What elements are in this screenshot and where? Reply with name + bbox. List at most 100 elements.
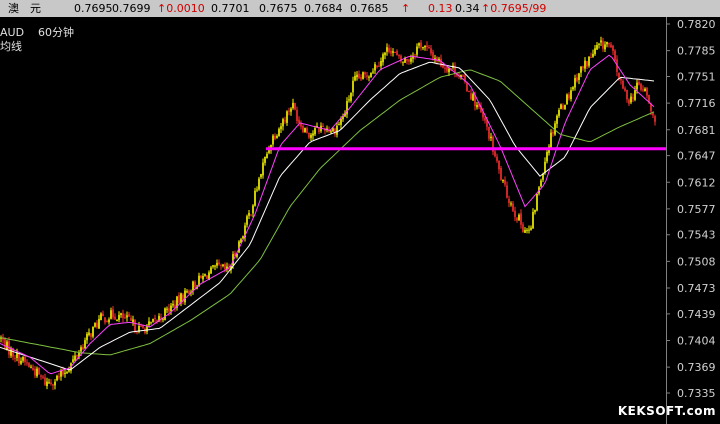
candle-down <box>500 167 502 181</box>
candle-up <box>476 104 478 108</box>
candle-down <box>38 368 40 375</box>
candle-down <box>414 54 416 56</box>
quote-prev: 0.7675 <box>259 2 298 15</box>
candle-up <box>536 193 538 211</box>
y-tick-label: 0.7716 <box>677 97 716 110</box>
candle-up <box>314 128 316 135</box>
candle-up <box>252 205 254 214</box>
candle-down <box>602 41 604 49</box>
y-axis: 0.7820 0.7785 0.7751 0.7716 0.7681 0.7647 0.76… <box>666 18 716 400</box>
candle-down <box>130 317 132 321</box>
candle-down <box>376 65 378 68</box>
watermark: KEKSOFT.com <box>617 404 716 418</box>
candle-up <box>108 319 110 323</box>
candle-up <box>98 318 100 329</box>
candle-down <box>194 281 196 288</box>
candle-up <box>604 44 606 50</box>
candle-up <box>402 61 404 63</box>
candle-down <box>32 367 34 370</box>
candle-down <box>618 72 620 79</box>
candle-up <box>68 370 70 372</box>
candle-up <box>150 322 152 324</box>
candle-down <box>420 42 422 48</box>
candle-up <box>546 151 548 162</box>
candle-down <box>112 309 114 318</box>
candle-up <box>118 315 120 320</box>
y-tick-label: 0.7785 <box>677 45 716 58</box>
candle-up <box>20 360 22 364</box>
y-tick-label: 0.7577 <box>677 203 716 216</box>
candle-up <box>540 180 542 187</box>
candle-down <box>296 109 298 121</box>
candle-up <box>210 267 212 274</box>
candle-down <box>426 45 428 47</box>
candle-down <box>274 135 276 139</box>
candle-down <box>640 83 642 90</box>
candle-up <box>282 119 284 127</box>
y-tick-label: 0.7612 <box>677 176 716 189</box>
candle-up <box>550 132 552 148</box>
candle-down <box>506 185 508 198</box>
candle-up <box>416 46 418 55</box>
candle-down <box>218 262 220 265</box>
candle-up <box>392 51 394 53</box>
candle-up <box>630 96 632 103</box>
quote-open: 0.7695 <box>74 2 113 15</box>
candle-up <box>116 320 118 322</box>
candle-up <box>276 135 278 139</box>
candle-down <box>628 99 630 104</box>
candle-down <box>516 217 518 221</box>
candle-up <box>264 156 266 163</box>
price-chart[interactable]: 0.7820 0.7785 0.7751 0.7716 0.7681 0.7647 0.76… <box>0 0 720 424</box>
candle-up <box>372 71 374 73</box>
candle-up <box>162 318 164 320</box>
candle-down <box>430 48 432 54</box>
candle-down <box>18 352 20 364</box>
candle-up <box>292 102 294 109</box>
candle-up <box>204 274 206 276</box>
candle-up <box>216 262 218 266</box>
candle-down <box>642 89 644 91</box>
candle-down <box>638 81 640 85</box>
candle-down <box>58 376 60 378</box>
y-tick-label: 0.7473 <box>677 282 716 295</box>
candle-up <box>260 174 262 178</box>
candle-down <box>610 44 612 48</box>
candle-up <box>380 60 382 67</box>
candle-down <box>154 317 156 319</box>
candle-up <box>634 90 636 100</box>
candle-up <box>66 372 68 374</box>
candle-down <box>508 198 510 204</box>
candle-up <box>532 212 534 229</box>
candle-up <box>606 41 608 45</box>
candle-up <box>164 308 166 320</box>
candle-up <box>424 45 426 48</box>
candle-up <box>80 347 82 352</box>
candle-down <box>446 67 448 72</box>
candle-down <box>96 322 98 328</box>
candle-down <box>466 82 468 92</box>
candle-down <box>366 75 368 77</box>
candle-up <box>88 332 90 335</box>
candle-up <box>212 265 214 267</box>
candle-up <box>100 313 102 320</box>
candle-up <box>580 66 582 73</box>
candle-down <box>632 97 634 99</box>
candle-down <box>142 325 144 328</box>
candle-down <box>406 58 408 61</box>
candle-up <box>422 46 424 49</box>
candle-up <box>84 340 86 349</box>
candle-up <box>286 111 288 123</box>
candle-up <box>418 43 420 46</box>
candle-up <box>352 80 354 93</box>
candle-up <box>384 52 386 56</box>
candle-down <box>124 317 126 319</box>
candle-up <box>64 372 66 374</box>
candle-down <box>102 313 104 317</box>
candle-down <box>624 88 626 91</box>
candle-up <box>74 355 76 361</box>
candle-down <box>442 65 444 68</box>
candle-up <box>564 104 566 110</box>
candle-down <box>378 65 380 67</box>
candle-up <box>566 94 568 105</box>
